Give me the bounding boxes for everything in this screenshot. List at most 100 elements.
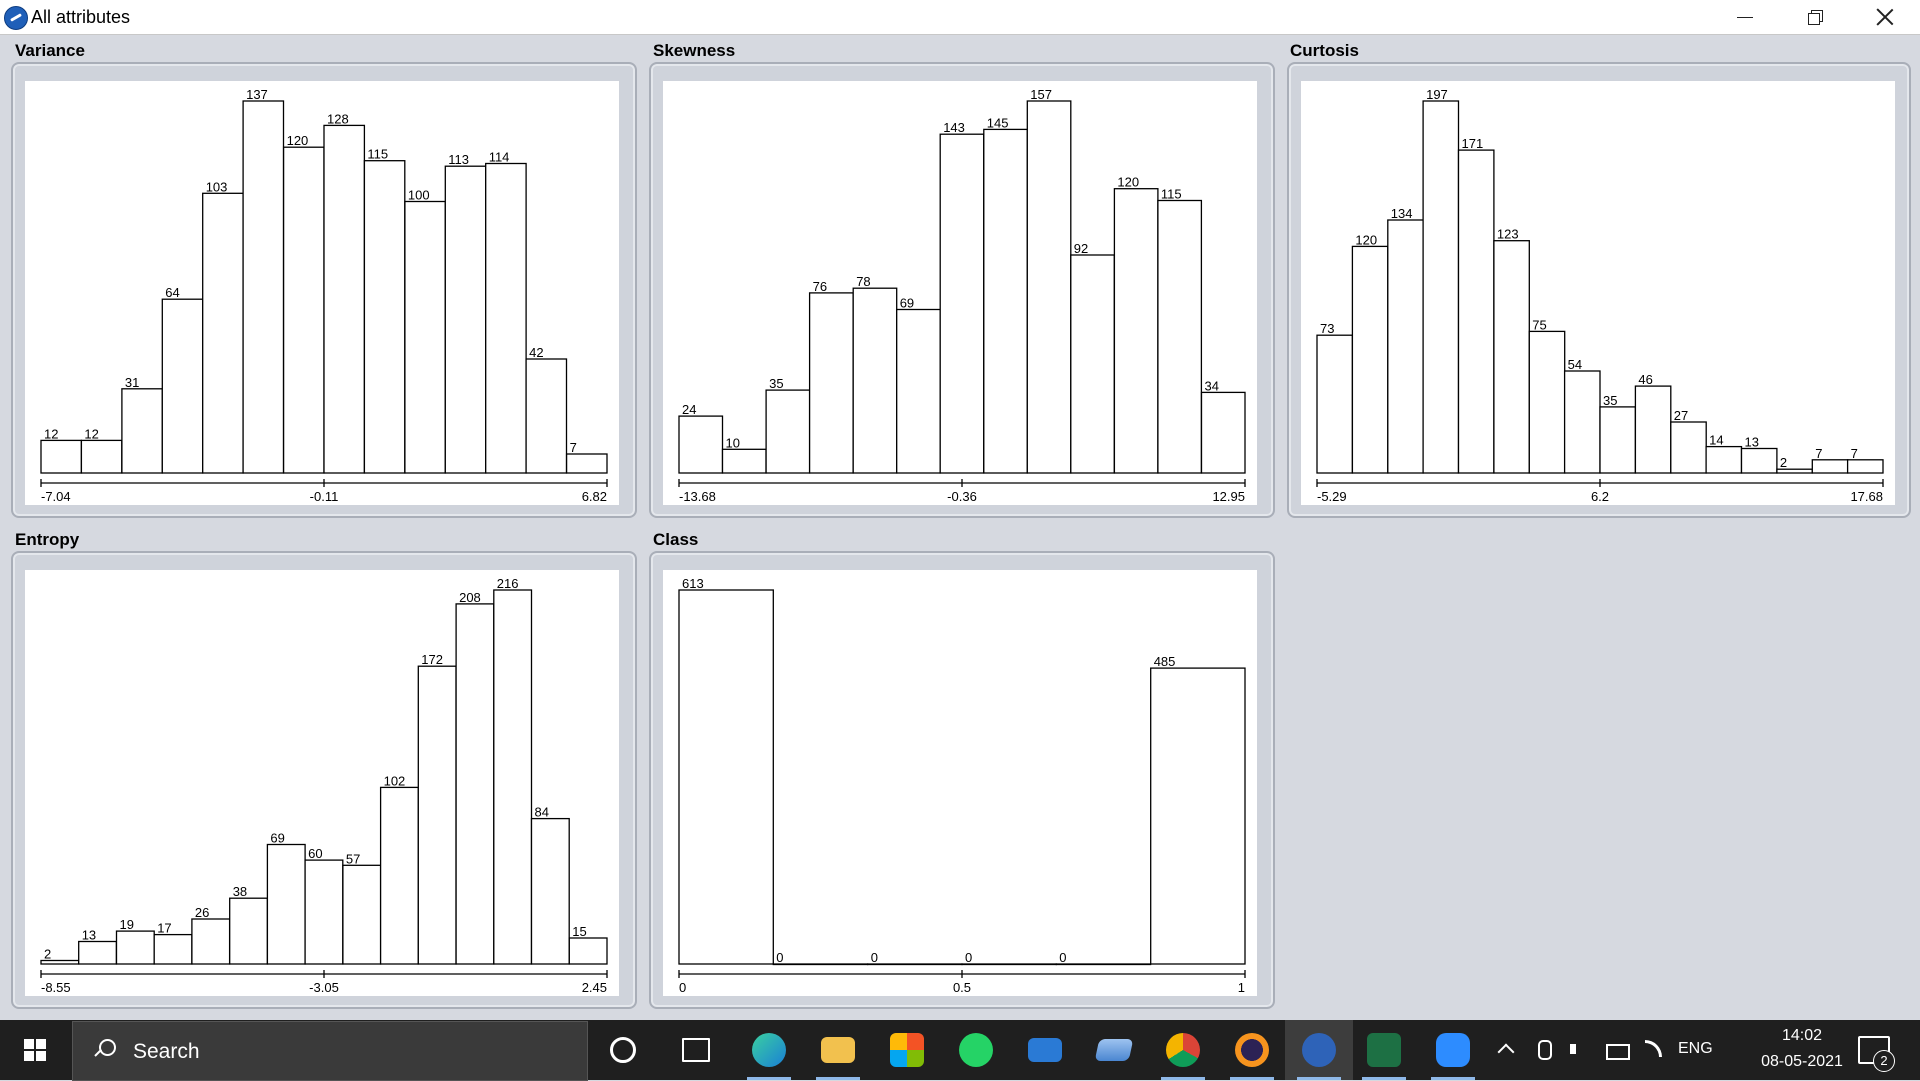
bar-count-label: 113 <box>448 152 469 167</box>
weka-button[interactable] <box>1285 1020 1353 1080</box>
histogram-bar <box>1528 330 1566 474</box>
histogram-svg: 613 0 0 0 0 485 0 0.5 1 <box>678 576 1246 995</box>
histogram-bar <box>1599 406 1637 474</box>
bar-count-label: 171 <box>1462 136 1484 151</box>
bar-count-label: 114 <box>489 150 510 165</box>
variance-histogram: 12 12 31 64 103 137 120 128 115 100 113 114 42 7 -7.04… <box>25 81 619 505</box>
restore-button[interactable] <box>1780 0 1850 34</box>
bar-count-label: 13 <box>82 928 96 943</box>
start-button[interactable] <box>0 1020 70 1080</box>
histogram-bar <box>342 864 382 965</box>
minimize-button[interactable] <box>1710 0 1780 34</box>
file-explorer-button[interactable] <box>804 1020 872 1080</box>
histogram-bar <box>444 165 487 474</box>
skewness-panel: 24 10 35 76 78 69 143 145 157 92 120 115 34 -13.68 -0.… <box>649 62 1275 518</box>
cortana-icon <box>610 1037 636 1063</box>
file-explorer-icon <box>821 1037 855 1063</box>
x-axis-tick-label: -5.29 <box>1317 489 1347 504</box>
bar-count-label: 15 <box>572 924 586 939</box>
minimize-icon <box>1737 16 1753 18</box>
eclipse-button[interactable] <box>1218 1020 1286 1080</box>
bar-count-label: 613 <box>682 576 704 591</box>
curtosis-histogram: 73 120 134 197 171 123 75 54 35 46 27 14 13 2 7 7 -5.29 6… <box>1301 81 1895 505</box>
window-title-bar: All attributes <box>0 0 1920 35</box>
bar-count-label: 120 <box>287 133 309 148</box>
bar-count-label: 128 <box>327 111 349 126</box>
histogram-bar <box>1563 370 1601 474</box>
x-axis-tick-label: 0 <box>679 980 686 995</box>
microphone-icon[interactable] <box>1538 1040 1552 1060</box>
windows-logo-icon <box>24 1039 46 1061</box>
bar-count-label: 7 <box>570 440 577 455</box>
bar-count-label: 7 <box>1815 446 1822 461</box>
bar-count-label: 14 <box>1709 433 1723 448</box>
histogram-bar <box>282 146 325 474</box>
histogram-bar <box>202 192 244 474</box>
edge-button[interactable] <box>735 1020 803 1080</box>
bar-count-label: 216 <box>497 576 519 591</box>
speaker-icon[interactable] <box>1570 1044 1580 1054</box>
histogram-bar <box>40 439 83 474</box>
close-icon <box>1876 8 1894 26</box>
bar-count-label: 157 <box>1030 87 1052 102</box>
wifi-icon[interactable] <box>1645 1040 1662 1057</box>
task-view-button[interactable] <box>662 1020 730 1080</box>
histogram-bar <box>939 133 985 474</box>
whatsapp-button[interactable] <box>942 1020 1010 1080</box>
bar-count-label: 69 <box>270 831 284 846</box>
battery-icon[interactable] <box>1606 1044 1630 1060</box>
bar-count-label: 69 <box>900 296 914 311</box>
edge-icon <box>752 1033 786 1067</box>
bar-count-label: 75 <box>1532 317 1546 332</box>
close-button[interactable] <box>1850 0 1920 34</box>
histogram-bar <box>772 963 869 966</box>
class-panel: 613 0 0 0 0 485 0 0.5 1 <box>649 551 1275 1009</box>
histogram-bar <box>153 933 193 965</box>
histogram-bar <box>525 358 568 474</box>
laptop-app-button[interactable] <box>1080 1020 1148 1080</box>
chrome-button[interactable] <box>1149 1020 1217 1080</box>
histogram-bar <box>1157 199 1203 474</box>
bar-count-label: 137 <box>246 87 268 102</box>
curtosis-title: Curtosis <box>1290 41 1359 60</box>
bar-count-label: 64 <box>165 285 179 300</box>
histogram-bar <box>1422 100 1460 474</box>
zoom-button[interactable] <box>1419 1020 1487 1080</box>
bar-count-label: 485 <box>1154 654 1176 669</box>
histogram-bar <box>304 859 344 965</box>
chevron-up-icon[interactable] <box>1497 1043 1515 1061</box>
taskbar-search-box[interactable]: Search <box>72 1021 588 1081</box>
bar-count-label: 46 <box>1638 372 1652 387</box>
clock-date[interactable]: 08-05-2021 <box>1730 1053 1874 1071</box>
histogram-bar <box>161 298 204 474</box>
laptop-icon <box>1094 1039 1134 1061</box>
histogram-bar <box>121 388 163 474</box>
bar-count-label: 197 <box>1426 87 1448 102</box>
mail-button[interactable] <box>1011 1020 1079 1080</box>
taskbar: Search ENG 14:02 08-05-2021 2 <box>0 1020 1920 1081</box>
x-axis-tick-label: -13.68 <box>679 489 716 504</box>
histogram-bar <box>568 937 608 965</box>
bar-count-label: 100 <box>408 188 430 203</box>
bar-count-label: 19 <box>120 917 134 932</box>
histogram-bar <box>678 415 724 474</box>
language-indicator[interactable]: ENG <box>1678 1040 1713 1058</box>
bar-count-label: 31 <box>125 375 139 390</box>
store-icon <box>890 1033 924 1067</box>
histogram-bar <box>78 940 118 965</box>
store-button[interactable] <box>873 1020 941 1080</box>
skewness-title: Skewness <box>653 41 736 60</box>
clock-time[interactable]: 14:02 <box>1762 1027 1842 1045</box>
bar-count-label: 34 <box>1205 378 1219 393</box>
histogram-svg: 24 10 35 76 78 69 143 145 157 92 120 115 34 -13.68 -0.… <box>678 87 1246 504</box>
histogram-bar <box>404 200 446 474</box>
bar-count-label: 0 <box>965 950 972 965</box>
skewness-histogram: 24 10 35 76 78 69 143 145 157 92 120 115 34 -13.68 -0.… <box>663 81 1257 505</box>
histogram-bar <box>323 124 366 474</box>
histogram-bar <box>1740 447 1778 474</box>
histogram-bar <box>721 448 767 474</box>
weka-app-icon <box>4 6 28 30</box>
excel-button[interactable] <box>1350 1020 1418 1080</box>
bar-count-label: 12 <box>44 426 58 441</box>
cortana-button[interactable] <box>589 1020 657 1080</box>
